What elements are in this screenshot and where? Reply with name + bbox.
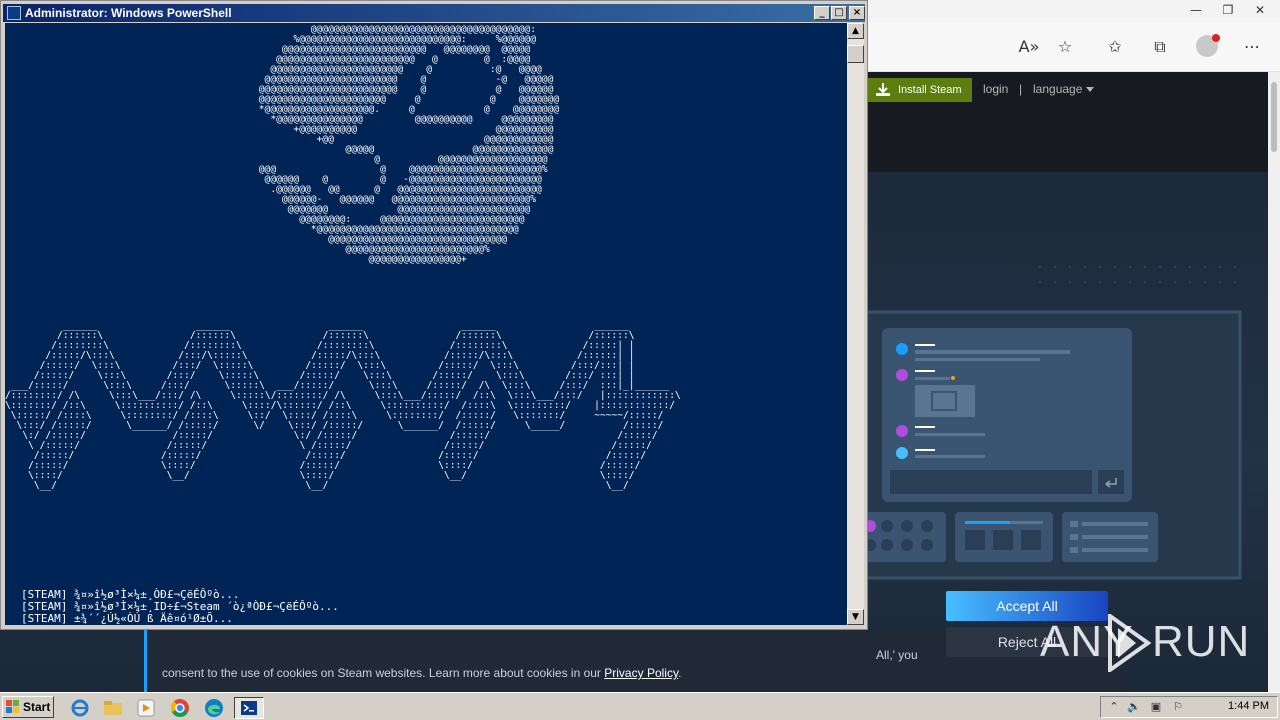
powershell-window: Administrator: Windows PowerShell _ □ × … bbox=[0, 0, 868, 630]
install-steam-button[interactable]: Install Steam bbox=[868, 78, 972, 102]
close-icon[interactable]: ✕ bbox=[1246, 1, 1274, 19]
window-title: Administrator: Windows PowerShell bbox=[25, 6, 232, 20]
more-menu-icon[interactable]: ⋯ bbox=[1239, 34, 1265, 60]
collections-icon[interactable]: ⧉ bbox=[1147, 34, 1173, 60]
language-label: language bbox=[1033, 82, 1083, 96]
scroll-up-icon[interactable]: ▲ bbox=[847, 23, 864, 39]
login-link[interactable]: login bbox=[983, 82, 1008, 96]
powershell-icon bbox=[7, 6, 21, 20]
steam-wordmark-ascii: ______ ______ ______ ______ ______ /::::… bbox=[5, 320, 681, 491]
play-triangle-icon bbox=[1108, 614, 1152, 672]
scroll-down-icon[interactable]: ▼ bbox=[847, 609, 864, 625]
media-player-icon[interactable] bbox=[134, 697, 158, 719]
console-scrollbar-thumb[interactable] bbox=[847, 45, 864, 63]
profile-avatar[interactable] bbox=[1196, 34, 1220, 57]
internet-explorer-icon[interactable] bbox=[68, 697, 92, 719]
cookie-text-end: . bbox=[678, 666, 682, 680]
powershell-titlebar[interactable]: Administrator: Windows PowerShell _ □ × bbox=[3, 4, 865, 22]
minimize-icon[interactable]: _ bbox=[814, 6, 830, 20]
taskbar: Start ⌃ 🔈 ▣ ⚐ 1:44 PM bbox=[0, 692, 1280, 720]
restore-icon[interactable]: ❐ bbox=[1214, 1, 1242, 19]
start-label: Start bbox=[23, 700, 51, 714]
console-log: [STEAM] ¾¤»î½ø³Ì×¼±¸ÒÐ£¬ÇëÉÔºò... [STEAM]… bbox=[21, 589, 339, 625]
read-aloud-icon[interactable]: A» bbox=[1016, 34, 1042, 60]
favorites-icon[interactable]: ✩ bbox=[1102, 34, 1128, 60]
download-icon bbox=[876, 83, 890, 96]
chrome-icon[interactable] bbox=[168, 697, 192, 719]
windows-flag-icon bbox=[6, 700, 19, 713]
add-favorite-icon[interactable]: ☆ bbox=[1052, 34, 1078, 60]
steam-ascii-art: @@@@@@@@@@@@@@@@@@@@@@@@@@@@@@@@@@@@@@: … bbox=[5, 23, 847, 583]
volume-icon[interactable]: 🔈 bbox=[1127, 700, 1141, 714]
start-button[interactable]: Start bbox=[2, 696, 54, 718]
cookie-text-line2: consent to the use of cookies on Steam w… bbox=[162, 666, 681, 680]
powershell-taskbar-button[interactable] bbox=[234, 697, 264, 719]
cookie-text-line1-tail: All,' you bbox=[876, 648, 918, 662]
browser-scrollbar[interactable] bbox=[1268, 72, 1280, 692]
action-center-flag-icon[interactable]: ⚐ bbox=[1171, 700, 1185, 714]
maximize-icon[interactable]: □ bbox=[831, 6, 847, 20]
cookie-text: consent to the use of cookies on Steam w… bbox=[162, 666, 605, 680]
edge-icon[interactable] bbox=[202, 697, 226, 719]
anyrun-watermark: ANY RUN bbox=[1040, 612, 1249, 672]
language-dropdown[interactable]: language bbox=[1033, 82, 1095, 96]
privacy-policy-link[interactable]: Privacy Policy bbox=[604, 666, 678, 680]
chevron-down-icon bbox=[1086, 87, 1095, 93]
browser-window-controls: — ❐ ✕ bbox=[1182, 1, 1274, 19]
console-output[interactable]: @@@@@@@@@@@@@@@@@@@@@@@@@@@@@@@@@@@@@@: … bbox=[5, 23, 847, 625]
system-tray: ⌃ 🔈 ▣ ⚐ 1:44 PM bbox=[1100, 696, 1278, 718]
close-icon[interactable]: × bbox=[849, 6, 865, 20]
network-icon[interactable]: ▣ bbox=[1149, 700, 1163, 714]
powershell-icon bbox=[241, 701, 257, 715]
browser-scrollbar-thumb[interactable] bbox=[1271, 82, 1277, 152]
watermark-run: RUN bbox=[1152, 617, 1251, 666]
install-steam-label: Install Steam bbox=[898, 84, 962, 96]
file-explorer-icon[interactable] bbox=[101, 697, 125, 719]
desktop: — ❐ ✕ A» ☆ ✩ ⧉ ⋯ Install Steam login | l… bbox=[0, 0, 1280, 720]
tray-expand-icon[interactable]: ⌃ bbox=[1107, 700, 1121, 714]
steam-logo-ascii: @@@@@@@@@@@@@@@@@@@@@@@@@@@@@@@@@@@@@@: … bbox=[258, 24, 560, 265]
console-scrollbar[interactable]: ▲ ▼ bbox=[847, 23, 864, 625]
clock[interactable]: 1:44 PM bbox=[1228, 700, 1269, 712]
log-line: [STEAM] ±¾´´¿Ú½«ÒÚ ß Äê¤ó¹Ø±Õ... bbox=[21, 612, 233, 625]
header-separator: | bbox=[1019, 82, 1023, 96]
minimize-icon[interactable]: — bbox=[1182, 1, 1210, 19]
